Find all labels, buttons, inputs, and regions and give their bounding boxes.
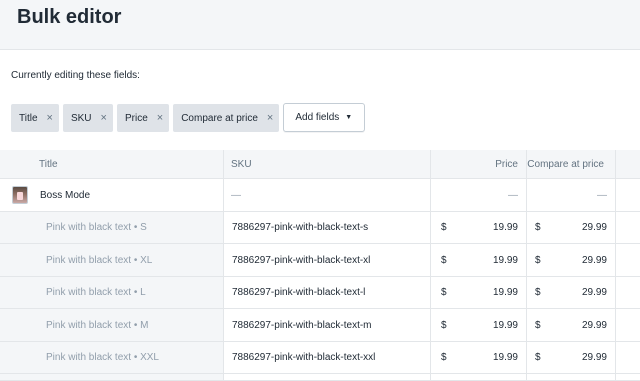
compare-value: 29.99 [581, 222, 607, 233]
currency-symbol: $ [535, 319, 541, 331]
variant-title-cell: Pink with black text • M [0, 309, 224, 342]
field-chip-compare-at-price: Compare at price × [173, 104, 280, 132]
variant-compare-cell[interactable]: $ 29.99 [527, 244, 616, 277]
variant-sku-cell[interactable]: 7886297-pink-with-black-text-xxl [224, 342, 431, 374]
row-filler [616, 374, 640, 381]
product-row: Boss Mode — — — [0, 179, 640, 212]
variant-title-cell: Pink with black text • L [0, 277, 224, 309]
variant-compare-cell[interactable]: $ 29.99 [527, 212, 616, 244]
variant-sku-cell[interactable]: 7886297-pink-with-black-text-m [224, 309, 431, 342]
table-row: Pink with black text • L 7886297-pink-wi… [0, 277, 640, 309]
compare-value: 29.99 [581, 352, 607, 363]
variant-sku-cell[interactable]: 7886297-pink-with-black-text-s [224, 212, 431, 244]
currency-symbol: $ [441, 287, 447, 298]
price-value: 19.99 [492, 319, 518, 331]
currency-symbol: $ [535, 287, 541, 298]
table-row: Pink with black text • M 7886297-pink-wi… [0, 309, 640, 342]
variant-sku-cell[interactable]: 7886297-pink-with-black-text-xl [224, 244, 431, 277]
variant-sku-cell [224, 374, 431, 381]
variant-price-cell[interactable]: $ 19.99 [431, 277, 527, 309]
field-chip-label: Compare at price [181, 112, 258, 124]
column-header-sku: SKU [224, 150, 431, 179]
variant-sku-cell[interactable]: 7886297-pink-with-black-text-l [224, 277, 431, 309]
variant-title-cell: Pink with black text • XL [0, 244, 224, 277]
currency-symbol: $ [441, 319, 447, 331]
compare-value: 29.99 [581, 319, 607, 331]
currency-symbol: $ [535, 352, 541, 363]
product-title-cell: Boss Mode [0, 179, 224, 212]
price-value: 19.99 [492, 352, 518, 363]
row-filler [616, 309, 640, 342]
variant-price-cell[interactable]: $ 19.99 [431, 212, 527, 244]
table-header-row: Title SKU Price Compare at price [0, 150, 640, 179]
remove-field-icon[interactable]: × [47, 112, 53, 124]
page-title: Bulk editor [17, 6, 122, 28]
currency-symbol: $ [535, 222, 541, 233]
field-chip-title: Title × [11, 104, 59, 132]
remove-field-icon[interactable]: × [157, 112, 163, 124]
row-filler [616, 277, 640, 309]
field-chip-label: SKU [70, 112, 92, 124]
field-chip-price: Price × [116, 104, 170, 132]
field-chips: Title × SKU × Price × Compare at price ×… [11, 103, 366, 132]
column-header-filler [616, 150, 640, 179]
compare-value: 29.99 [581, 287, 607, 298]
variant-compare-cell[interactable]: $ 29.99 [527, 309, 616, 342]
table-row-partial [0, 374, 640, 381]
editing-fields-panel: Currently editing these fields: Title × … [0, 50, 640, 150]
currency-symbol: $ [535, 254, 541, 266]
table-row: Pink with black text • XXL 7886297-pink-… [0, 342, 640, 374]
variant-price-cell[interactable]: $ 19.99 [431, 309, 527, 342]
variant-compare-cell[interactable]: $ 29.99 [527, 342, 616, 374]
variant-title-cell: Pink with black text • XXL [0, 342, 224, 374]
column-header-title: Title [0, 150, 224, 179]
row-filler [616, 244, 640, 277]
currency-symbol: $ [441, 254, 447, 266]
row-filler [616, 342, 640, 374]
variant-price-cell[interactable]: $ 19.99 [431, 342, 527, 374]
row-filler [616, 212, 640, 244]
variant-price-cell[interactable]: $ 19.99 [431, 244, 527, 277]
product-sku-cell: — [224, 179, 431, 212]
fields-caption: Currently editing these fields: [11, 70, 140, 81]
product-name: Boss Mode [40, 189, 91, 201]
column-header-price: Price [431, 150, 527, 179]
compare-value: 29.99 [581, 254, 607, 266]
remove-field-icon[interactable]: × [101, 112, 107, 124]
add-fields-label: Add fields [295, 112, 340, 123]
currency-symbol: $ [441, 352, 447, 363]
table-row: Pink with black text • S 7886297-pink-wi… [0, 212, 640, 244]
variant-price-cell [431, 374, 527, 381]
field-chip-label: Title [19, 112, 38, 124]
row-filler [616, 179, 640, 212]
variant-compare-cell [527, 374, 616, 381]
currency-symbol: $ [441, 222, 447, 233]
price-value: 19.99 [492, 222, 518, 233]
price-value: 19.99 [492, 254, 518, 266]
variant-compare-cell[interactable]: $ 29.99 [527, 277, 616, 309]
price-value: 19.99 [492, 287, 518, 298]
remove-field-icon[interactable]: × [267, 112, 273, 124]
table-row: Pink with black text • XL 7886297-pink-w… [0, 244, 640, 277]
product-price-cell: — [431, 179, 527, 212]
bulk-edit-table: Title SKU Price Compare at price Boss Mo… [0, 150, 640, 381]
variant-title-cell [0, 374, 224, 381]
page-header: Bulk editor [0, 0, 640, 50]
caret-down-icon: ▼ [345, 114, 353, 121]
product-compare-cell: — [527, 179, 616, 212]
column-header-compare-at-price: Compare at price [527, 150, 616, 179]
product-thumbnail [12, 186, 28, 204]
field-chip-label: Price [124, 112, 148, 124]
add-fields-button[interactable]: Add fields ▼ [283, 103, 366, 132]
variant-title-cell: Pink with black text • S [0, 212, 224, 244]
field-chip-sku: SKU × [62, 104, 113, 132]
